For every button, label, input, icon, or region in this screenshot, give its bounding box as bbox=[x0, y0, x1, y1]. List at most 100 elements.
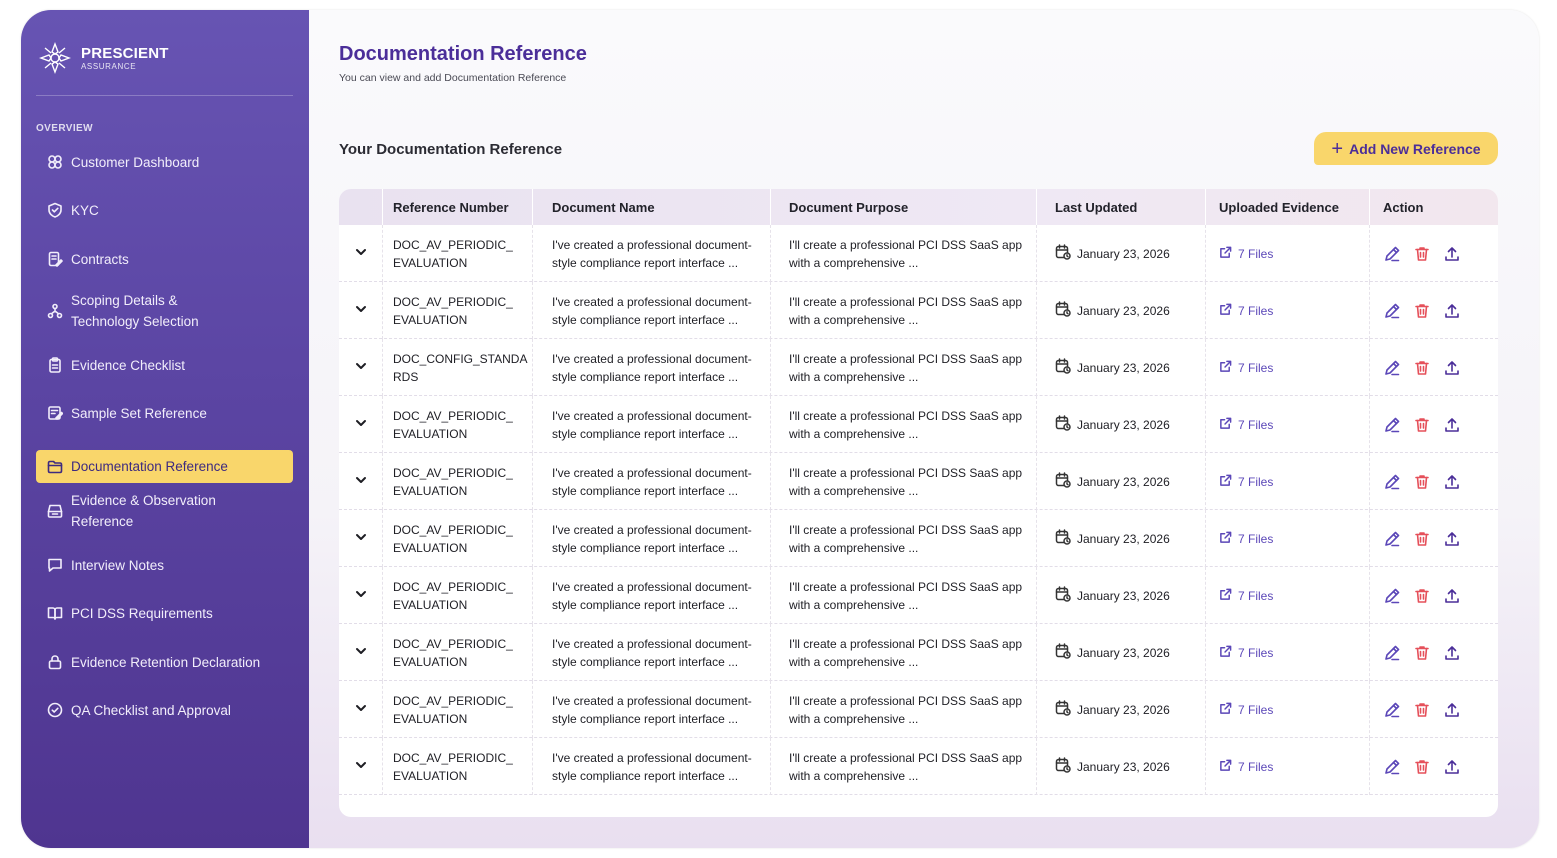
uploaded-evidence-link[interactable]: 7 Files bbox=[1219, 702, 1273, 718]
chevron-down-icon[interactable] bbox=[354, 758, 368, 775]
sidebar-item-evidence-checklist[interactable]: Evidence Checklist bbox=[36, 354, 293, 376]
sidebar-item-evidence-retention-declaration[interactable]: Evidence Retention Declaration bbox=[36, 651, 293, 673]
sidebar-item-qa-checklist-and-approval[interactable]: QA Checklist and Approval bbox=[36, 699, 293, 721]
upload-icon[interactable] bbox=[1443, 587, 1461, 605]
sidebar-item-interview-notes[interactable]: Interview Notes bbox=[36, 554, 293, 576]
chevron-down-icon[interactable] bbox=[354, 587, 368, 604]
calendar-icon bbox=[1055, 472, 1071, 491]
table-row[interactable]: DOC_AV_PERIODIC_ EVALUATION I've created … bbox=[339, 282, 1498, 339]
uploaded-evidence-link[interactable]: 7 Files bbox=[1219, 759, 1273, 775]
document-purpose: I'll create a professional PCI DSS SaaS … bbox=[789, 693, 1023, 726]
sidebar-item-scoping-details-technology-selection[interactable]: Scoping Details & Technology Selection bbox=[36, 290, 293, 332]
table-row[interactable]: DOC_AV_PERIODIC_ EVALUATION I've created … bbox=[339, 510, 1498, 567]
upload-icon[interactable] bbox=[1443, 701, 1461, 719]
uploaded-evidence-link[interactable]: 7 Files bbox=[1219, 474, 1273, 490]
delete-icon[interactable] bbox=[1413, 302, 1431, 320]
row-actions bbox=[1383, 245, 1461, 263]
uploaded-evidence-link[interactable]: 7 Files bbox=[1219, 531, 1273, 547]
sidebar-item-evidence-observation-reference[interactable]: Evidence & Observation Reference bbox=[36, 490, 293, 532]
delete-icon[interactable] bbox=[1413, 359, 1431, 377]
sidebar-item-documentation-reference[interactable]: Documentation Reference bbox=[36, 450, 293, 483]
upload-icon[interactable] bbox=[1443, 245, 1461, 263]
table-row[interactable]: DOC_AV_PERIODIC_ EVALUATION I've created … bbox=[339, 624, 1498, 681]
last-updated-date: January 23, 2026 bbox=[1077, 588, 1170, 603]
row-actions bbox=[1383, 302, 1461, 320]
last-updated: January 23, 2026 bbox=[1055, 415, 1170, 434]
uploaded-evidence-link[interactable]: 7 Files bbox=[1219, 246, 1273, 262]
document-purpose: I'll create a professional PCI DSS SaaS … bbox=[789, 294, 1023, 327]
edit-icon[interactable] bbox=[1383, 587, 1401, 605]
table-row[interactable]: DOC_AV_PERIODIC_ EVALUATION I've created … bbox=[339, 738, 1498, 795]
last-updated: January 23, 2026 bbox=[1055, 643, 1170, 662]
edit-icon[interactable] bbox=[1383, 644, 1401, 662]
sidebar-item-customer-dashboard[interactable]: Customer Dashboard bbox=[36, 151, 293, 173]
upload-icon[interactable] bbox=[1443, 530, 1461, 548]
reference-number: DOC_AV_PERIODIC_ EVALUATION bbox=[393, 408, 513, 441]
edit-list-icon bbox=[46, 405, 63, 422]
chevron-down-icon[interactable] bbox=[354, 245, 368, 262]
delete-icon[interactable] bbox=[1413, 644, 1431, 662]
chevron-down-icon[interactable] bbox=[354, 473, 368, 490]
table-row[interactable]: DOC_AV_PERIODIC_ EVALUATION I've created … bbox=[339, 225, 1498, 282]
uploaded-evidence-link[interactable]: 7 Files bbox=[1219, 645, 1273, 661]
row-actions bbox=[1383, 587, 1461, 605]
chevron-down-icon[interactable] bbox=[354, 302, 368, 319]
reference-number: DOC_AV_PERIODIC_ EVALUATION bbox=[393, 636, 513, 669]
chevron-down-icon[interactable] bbox=[354, 701, 368, 718]
reference-number: DOC_AV_PERIODIC_ EVALUATION bbox=[393, 750, 513, 783]
table-row[interactable]: DOC_AV_PERIODIC_ EVALUATION I've created … bbox=[339, 567, 1498, 624]
sidebar-section-label: OVERVIEW bbox=[36, 123, 93, 134]
add-new-reference-button[interactable]: + Add New Reference bbox=[1314, 132, 1498, 165]
upload-icon[interactable] bbox=[1443, 302, 1461, 320]
delete-icon[interactable] bbox=[1413, 701, 1431, 719]
uploaded-evidence-link[interactable]: 7 Files bbox=[1219, 303, 1273, 319]
chevron-down-icon[interactable] bbox=[354, 416, 368, 433]
document-purpose: I'll create a professional PCI DSS SaaS … bbox=[789, 636, 1023, 669]
chevron-down-icon[interactable] bbox=[354, 644, 368, 661]
brand-logo[interactable]: PRESCIENT ASSURANCE bbox=[37, 40, 169, 76]
table-row[interactable]: DOC_AV_PERIODIC_ EVALUATION I've created … bbox=[339, 453, 1498, 510]
sidebar: PRESCIENT ASSURANCE OVERVIEW Customer Da… bbox=[21, 10, 309, 848]
edit-icon[interactable] bbox=[1383, 245, 1401, 263]
uploaded-evidence-link[interactable]: 7 Files bbox=[1219, 360, 1273, 376]
last-updated-date: January 23, 2026 bbox=[1077, 702, 1170, 717]
sidebar-item-contracts[interactable]: Contracts bbox=[36, 248, 293, 270]
column-header-document-purpose: Document Purpose bbox=[771, 189, 1037, 225]
edit-icon[interactable] bbox=[1383, 359, 1401, 377]
edit-icon[interactable] bbox=[1383, 416, 1401, 434]
sidebar-item-label: Interview Notes bbox=[71, 557, 165, 573]
edit-icon[interactable] bbox=[1383, 701, 1401, 719]
edit-icon[interactable] bbox=[1383, 473, 1401, 491]
delete-icon[interactable] bbox=[1413, 416, 1431, 434]
document-name: I've created a professional document- st… bbox=[552, 693, 752, 726]
folder-icon bbox=[46, 458, 63, 475]
chevron-down-icon[interactable] bbox=[354, 530, 368, 547]
uploaded-evidence-link[interactable]: 7 Files bbox=[1219, 417, 1273, 433]
upload-icon[interactable] bbox=[1443, 644, 1461, 662]
table-row[interactable]: DOC_AV_PERIODIC_ EVALUATION I've created … bbox=[339, 396, 1498, 453]
chevron-down-icon[interactable] bbox=[354, 359, 368, 376]
table-row[interactable]: DOC_AV_PERIODIC_ EVALUATION I've created … bbox=[339, 681, 1498, 738]
sidebar-item-kyc[interactable]: KYC bbox=[36, 199, 293, 221]
delete-icon[interactable] bbox=[1413, 758, 1431, 776]
delete-icon[interactable] bbox=[1413, 530, 1431, 548]
edit-icon[interactable] bbox=[1383, 758, 1401, 776]
book-icon bbox=[46, 605, 63, 622]
calendar-icon bbox=[1055, 244, 1071, 263]
edit-icon[interactable] bbox=[1383, 302, 1401, 320]
document-purpose: I'll create a professional PCI DSS SaaS … bbox=[789, 522, 1023, 555]
upload-icon[interactable] bbox=[1443, 758, 1461, 776]
edit-icon[interactable] bbox=[1383, 530, 1401, 548]
upload-icon[interactable] bbox=[1443, 473, 1461, 491]
delete-icon[interactable] bbox=[1413, 587, 1431, 605]
sidebar-item-sample-set-reference[interactable]: Sample Set Reference bbox=[36, 402, 293, 424]
upload-icon[interactable] bbox=[1443, 416, 1461, 434]
uploaded-evidence-count: 7 Files bbox=[1238, 588, 1274, 603]
table-row[interactable]: DOC_CONFIG_STANDA RDS I've created a prof… bbox=[339, 339, 1498, 396]
sidebar-item-pci-dss-requirements[interactable]: PCI DSS Requirements bbox=[36, 602, 293, 624]
upload-icon[interactable] bbox=[1443, 359, 1461, 377]
uploaded-evidence-link[interactable]: 7 Files bbox=[1219, 588, 1273, 604]
delete-icon[interactable] bbox=[1413, 245, 1431, 263]
delete-icon[interactable] bbox=[1413, 473, 1431, 491]
lock-icon bbox=[46, 654, 63, 671]
